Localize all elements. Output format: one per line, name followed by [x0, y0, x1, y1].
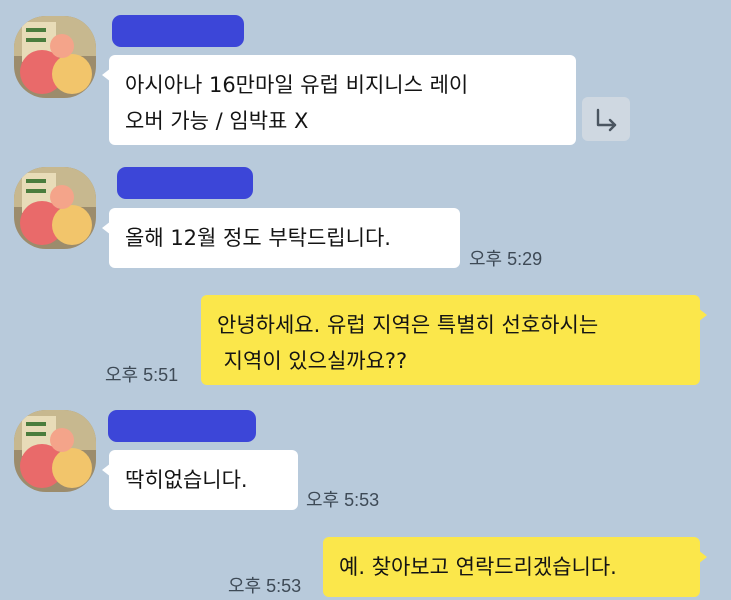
message-line: 오버 가능 / 임박표 X	[125, 109, 309, 133]
message-line: 안녕하세요. 유럽 지역은 특별히 선호하시는	[217, 313, 599, 337]
message-bubble-incoming[interactable]: 아시아나 16만마일 유럽 비지니스 레이 오버 가능 / 임박표 X	[102, 55, 576, 145]
message-bubble-incoming[interactable]: 올해 12월 정도 부탁드립니다.	[102, 208, 460, 268]
forward-arrow-icon	[596, 108, 617, 132]
message-line: 아시아나 16만마일 유럽 비지니스 레이	[125, 73, 469, 97]
sender-name-redacted	[112, 15, 244, 47]
sender-name-redacted	[117, 167, 253, 199]
sender-avatar[interactable]	[14, 16, 96, 98]
message-bubble-incoming[interactable]: 딱히없습니다.	[102, 450, 298, 510]
message-line: 지역이 있으실까요??	[217, 349, 408, 373]
message-line: 딱히없습니다.	[125, 468, 248, 492]
sender-avatar[interactable]	[14, 167, 96, 249]
message-line: 올해 12월 정도 부탁드립니다.	[125, 226, 391, 250]
sender-name-redacted	[108, 410, 256, 442]
message-timestamp: 오후 5:51	[105, 365, 179, 385]
message-line: 예. 찾아보고 연락드리겠습니다.	[339, 555, 617, 579]
avatar-image	[14, 167, 96, 249]
avatar-image	[14, 410, 96, 492]
forward-button[interactable]	[582, 97, 630, 141]
message-timestamp: 오후 5:53	[306, 490, 380, 510]
avatar-image	[14, 16, 96, 98]
message-timestamp: 오후 5:53	[228, 576, 302, 596]
sender-avatar[interactable]	[14, 410, 96, 492]
message-timestamp: 오후 5:29	[469, 249, 543, 269]
message-bubble-outgoing[interactable]: 예. 찾아보고 연락드리겠습니다.	[323, 537, 707, 597]
message-bubble-outgoing[interactable]: 안녕하세요. 유럽 지역은 특별히 선호하시는 지역이 있으실까요??	[201, 295, 707, 385]
